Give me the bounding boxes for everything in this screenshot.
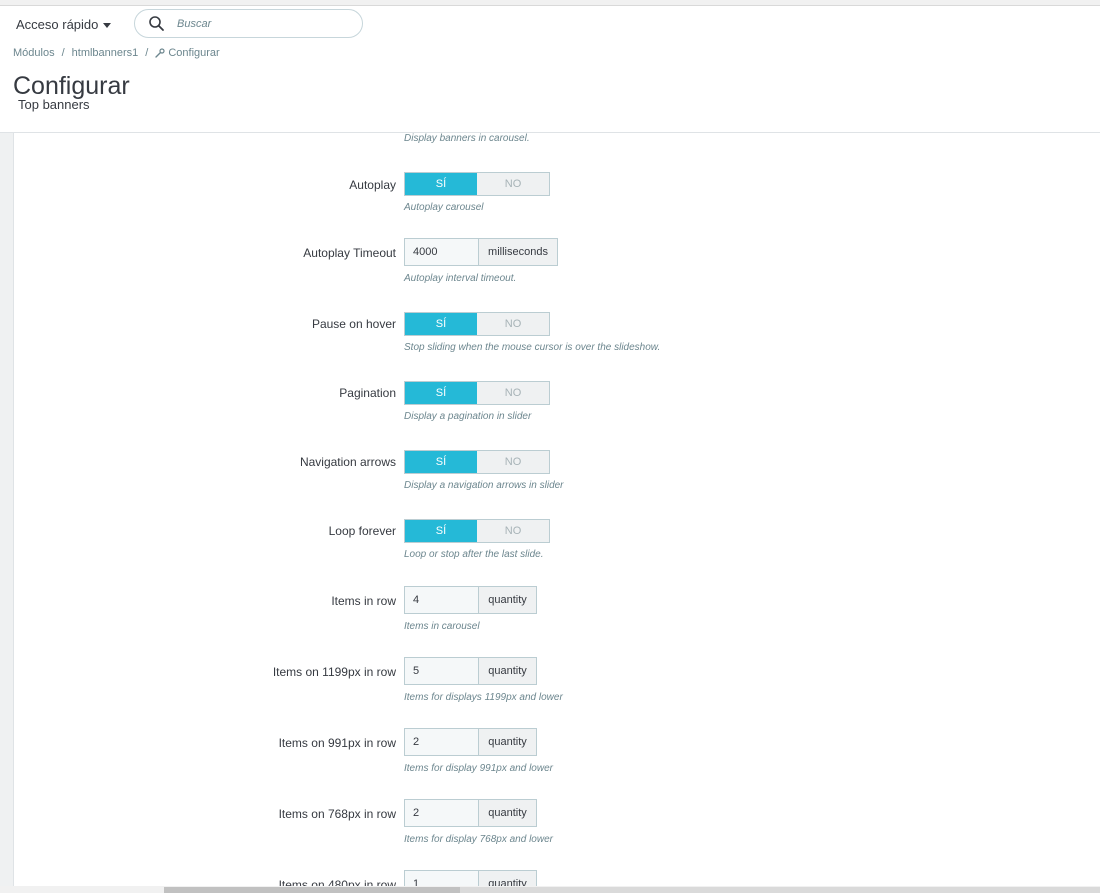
horizontal-scrollbar-region xyxy=(460,887,1100,893)
loop-forever-label: Loop forever xyxy=(328,524,396,538)
items-768-input[interactable] xyxy=(405,800,478,826)
loop-forever-help: Loop or stop after the last slide. xyxy=(404,549,544,560)
items-768-group: quantity xyxy=(404,799,537,827)
caret-down-icon xyxy=(103,22,112,28)
autoplay-timeout-label: Autoplay Timeout xyxy=(303,246,396,260)
pagination-help: Display a pagination in slider xyxy=(404,411,532,422)
page-subtitle: Top banners xyxy=(18,97,90,112)
loop-forever-switch[interactable]: SÍ NO xyxy=(404,519,550,543)
items-991-label: Items on 991px in row xyxy=(278,736,396,750)
milliseconds-addon: milliseconds xyxy=(478,239,557,265)
items-in-row-help: Items in carousel xyxy=(404,621,480,632)
wrench-icon xyxy=(155,48,165,58)
items-991-group: quantity xyxy=(404,728,537,756)
horizontal-scrollbar-thumb[interactable] xyxy=(164,887,460,893)
quick-access-dropdown[interactable]: Acceso rápido xyxy=(16,17,112,32)
breadcrumb-modules[interactable]: Módulos xyxy=(13,47,55,59)
items-in-row-group: quantity xyxy=(404,586,537,614)
autoplay-switch[interactable]: SÍ NO xyxy=(404,172,550,196)
navigation-arrows-yes[interactable]: SÍ xyxy=(405,451,477,473)
quantity-addon: quantity xyxy=(478,729,536,755)
quantity-addon: quantity xyxy=(478,658,536,684)
pause-on-hover-switch[interactable]: SÍ NO xyxy=(404,312,550,336)
search-box[interactable] xyxy=(134,9,363,38)
config-form: Display banners in carousel. Autoplay SÍ… xyxy=(14,133,1100,893)
items-1199-input[interactable] xyxy=(405,658,478,684)
pause-on-hover-label: Pause on hover xyxy=(311,317,396,331)
autoplay-no[interactable]: NO xyxy=(477,173,549,195)
navigation-arrows-label: Navigation arrows xyxy=(299,455,396,469)
items-1199-help: Items for displays 1199px and lower xyxy=(404,692,563,703)
navigation-arrows-no[interactable]: NO xyxy=(477,451,549,473)
navigation-arrows-switch[interactable]: SÍ NO xyxy=(404,450,550,474)
pause-on-hover-no[interactable]: NO xyxy=(477,313,549,335)
quantity-addon: quantity xyxy=(478,800,536,826)
pagination-yes[interactable]: SÍ xyxy=(405,382,477,404)
autoplay-label: Autoplay xyxy=(349,178,396,192)
items-991-input[interactable] xyxy=(405,729,478,755)
pagination-switch[interactable]: SÍ NO xyxy=(404,381,550,405)
breadcrumb-separator: / xyxy=(61,47,65,59)
carousel-help: Display banners in carousel. xyxy=(404,133,530,144)
items-991-help: Items for display 991px and lower xyxy=(404,763,553,774)
autoplay-timeout-group: milliseconds xyxy=(404,238,558,266)
page-header: Acceso rápido Módulos / htmlbanners1 / C… xyxy=(0,6,1100,133)
items-768-help: Items for display 768px and lower xyxy=(404,834,553,845)
items-1199-group: quantity xyxy=(404,657,537,685)
breadcrumb-separator: / xyxy=(145,47,149,59)
autoplay-timeout-help: Autoplay interval timeout. xyxy=(404,273,517,284)
navigation-arrows-help: Display a navigation arrows in slider xyxy=(404,480,564,491)
pause-on-hover-yes[interactable]: SÍ xyxy=(405,313,477,335)
loop-forever-no[interactable]: NO xyxy=(477,520,549,542)
pagination-label: Pagination xyxy=(339,386,396,400)
quantity-addon: quantity xyxy=(478,587,536,613)
search-input[interactable] xyxy=(177,17,347,30)
items-in-row-input[interactable] xyxy=(405,587,478,613)
autoplay-timeout-input[interactable] xyxy=(405,239,478,265)
autoplay-yes[interactable]: SÍ xyxy=(405,173,477,195)
breadcrumb: Módulos / htmlbanners1 / Configurar xyxy=(13,47,220,59)
breadcrumb-current: Configurar xyxy=(168,47,220,59)
loop-forever-yes[interactable]: SÍ xyxy=(405,520,477,542)
quick-access-label: Acceso rápido xyxy=(16,17,99,32)
items-768-label: Items on 768px in row xyxy=(278,807,396,821)
breadcrumb-module-name[interactable]: htmlbanners1 xyxy=(72,47,139,59)
items-in-row-label: Items in row xyxy=(331,594,396,608)
autoplay-help: Autoplay carousel xyxy=(404,202,484,213)
pause-on-hover-help: Stop sliding when the mouse cursor is ov… xyxy=(404,342,661,353)
items-1199-label: Items on 1199px in row xyxy=(272,665,396,679)
search-icon[interactable] xyxy=(147,14,167,34)
sidebar-strip xyxy=(0,133,14,893)
pagination-no[interactable]: NO xyxy=(477,382,549,404)
